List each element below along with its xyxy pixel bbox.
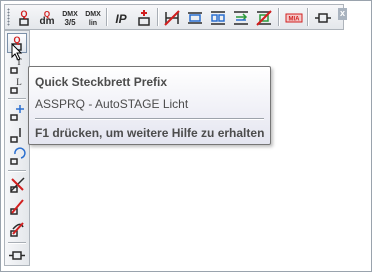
ip-address-button[interactable]: IP	[110, 7, 130, 27]
dimmer-button[interactable]: dm Q	[36, 7, 56, 27]
vtoolbar-separator	[8, 170, 26, 171]
v-plug-button[interactable]	[7, 245, 27, 265]
v-l-plug-button[interactable]: L	[7, 75, 27, 95]
toolbar-separator	[157, 8, 158, 26]
svg-text:Q: Q	[44, 10, 50, 19]
toolbar-button-text: Q	[20, 9, 27, 19]
horizontal-toolbar: Q dm Q DMX 3/5 DMX lin IP MIA x	[4, 4, 347, 30]
rack-split-button[interactable]	[207, 7, 227, 27]
angle-plug-icon	[10, 128, 21, 143]
quick-plug-prefix-button[interactable]: Q	[13, 7, 33, 27]
ip-address-icon: IP	[115, 12, 127, 26]
cut-curve-icon	[10, 222, 24, 237]
cycle-connect-icon	[234, 11, 248, 25]
v-cut-curve-button[interactable]	[7, 218, 27, 238]
patch-line-icon	[164, 10, 180, 26]
toolbar-button-text: MIA	[289, 17, 301, 23]
dmx-35-button[interactable]: DMX 3/5	[59, 7, 79, 27]
rack-button[interactable]	[184, 7, 204, 27]
patch-line-button[interactable]	[161, 7, 181, 27]
rotate-plug-icon	[10, 147, 26, 165]
quick-plug-prefix-icon: Q	[19, 9, 29, 26]
tooltip: Quick Steckbrett Prefix ASSPRQ - AutoSTA…	[28, 66, 271, 145]
add-plug-icon	[138, 10, 150, 26]
v-cut-line-alt-button[interactable]	[7, 196, 27, 216]
mouse-cursor-icon	[11, 43, 23, 61]
rack-icon	[188, 12, 202, 24]
toolbar-separator	[307, 8, 308, 26]
disconnect-button[interactable]	[253, 7, 273, 27]
toolbar-button-text: IP	[115, 12, 127, 26]
disconnect-icon	[256, 10, 272, 26]
plus-plug-icon	[10, 105, 24, 121]
vtoolbar-button-text: L	[16, 77, 22, 87]
add-plug-button[interactable]	[133, 7, 153, 27]
vtoolbar-separator	[8, 242, 26, 243]
toolbar-grip[interactable]	[7, 8, 10, 26]
toolbar-button-subtext: lin	[89, 20, 97, 27]
vtoolbar-separator	[8, 98, 26, 99]
dmx-line-button[interactable]: DMX lin	[82, 7, 102, 27]
plug-icon	[315, 13, 331, 23]
cycle-connect-button[interactable]	[230, 7, 250, 27]
toolbar-button-text: DMX	[62, 11, 78, 18]
v-plus-plug-button[interactable]	[7, 102, 27, 122]
plug-icon	[9, 251, 25, 260]
mia-button[interactable]: MIA	[283, 7, 303, 27]
dimmer-icon: dm Q	[40, 10, 55, 27]
toolbar-separator	[278, 8, 279, 26]
tooltip-help-text: F1 drücken, um weitere Hilfe zu erhalten	[35, 126, 265, 140]
dmx-35-icon: DMX 3/5	[62, 11, 78, 27]
rack-split-icon	[211, 11, 225, 25]
toolbar-close-button[interactable]: x	[338, 8, 347, 20]
toolbar-separator	[106, 8, 107, 26]
mia-icon: MIA	[285, 13, 303, 23]
tooltip-description: ASSPRQ - AutoSTAGE Licht	[35, 97, 189, 111]
tooltip-title: Quick Steckbrett Prefix	[35, 75, 168, 89]
dmx-line-icon: DMX lin	[85, 11, 101, 27]
v-angle-plug-button[interactable]	[7, 124, 27, 144]
cut-line-alt-icon	[10, 199, 24, 215]
toolbar-button-text: DMX	[85, 11, 101, 18]
l-plug-icon: L	[10, 77, 22, 94]
window-frame: Q dm Q DMX 3/5 DMX lin IP MIA x Q T L Qu…	[0, 0, 372, 272]
v-rotate-plug-button[interactable]	[7, 146, 27, 166]
vertical-toolbar: Q T L	[4, 30, 30, 266]
plug-button[interactable]	[312, 7, 332, 27]
cut-line-icon	[10, 177, 25, 193]
tooltip-divider	[35, 118, 264, 119]
v-cut-line-button[interactable]	[7, 174, 27, 194]
toolbar-button-subtext: 3/5	[64, 18, 76, 27]
